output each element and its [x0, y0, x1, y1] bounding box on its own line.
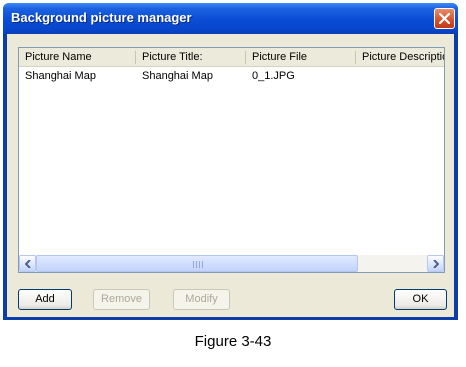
list-header: Picture Name Picture Title: Picture File… [19, 48, 444, 67]
scroll-right-button[interactable] [427, 255, 444, 272]
arrow-right-icon [432, 259, 439, 268]
remove-button[interactable]: Remove [93, 289, 150, 310]
close-icon [439, 13, 450, 24]
modify-button[interactable]: Modify [173, 289, 230, 310]
list-row[interactable]: Shanghai Map Shanghai Map 0_1.JPG [19, 68, 444, 84]
horizontal-scrollbar[interactable] [19, 255, 444, 272]
picture-list[interactable]: Picture Name Picture Title: Picture File… [18, 47, 445, 273]
add-button[interactable]: Add [18, 289, 72, 310]
column-header-picture-title[interactable]: Picture Title: [136, 48, 245, 66]
arrow-left-icon [24, 259, 31, 268]
scroll-grip-icon [193, 261, 203, 268]
cell-picture-title: Shanghai Map [142, 70, 213, 82]
title-bar[interactable]: Background picture manager [3, 3, 458, 34]
cell-picture-file: 0_1.JPG [252, 70, 295, 82]
close-button[interactable] [434, 8, 455, 29]
cell-picture-name: Shanghai Map [25, 70, 96, 82]
column-header-picture-name[interactable]: Picture Name [19, 48, 135, 66]
scroll-left-button[interactable] [19, 255, 36, 272]
column-header-picture-description[interactable]: Picture Description [356, 48, 444, 66]
column-header-picture-file[interactable]: Picture File [246, 48, 355, 66]
scroll-thumb[interactable] [36, 255, 358, 272]
ok-button[interactable]: OK [394, 289, 447, 310]
dialog-window: Background picture manager Picture Name … [3, 3, 458, 320]
dialog-body: Picture Name Picture Title: Picture File… [7, 34, 454, 317]
figure-caption: Figure 3-43 [194, 333, 272, 350]
cell-picture-description [356, 68, 444, 84]
window-title: Background picture manager [11, 10, 192, 25]
